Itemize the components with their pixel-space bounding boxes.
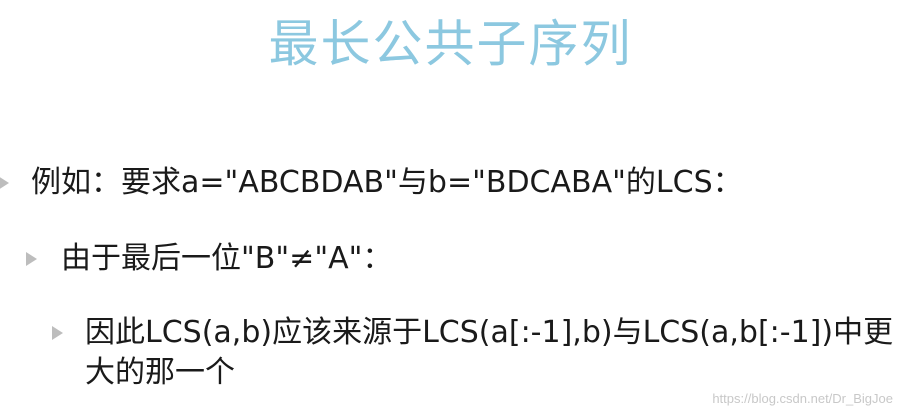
watermark: https://blog.csdn.net/Dr_BigJoe	[712, 391, 893, 406]
slide-title: 最长公共子序列	[268, 15, 633, 73]
triangle-bullet-icon	[26, 252, 37, 266]
bullet-level-3: 因此LCS(a,b)应该来源于LCS(a[:-1],b)与LCS(a,b[:-1…	[52, 313, 897, 393]
slide: 最长公共子序列 例如：要求a="ABCBDAB"与b="BDCABA"的LCS：…	[0, 0, 901, 412]
bullet-text: 因此LCS(a,b)应该来源于LCS(a[:-1],b)与LCS(a,b[:-1…	[85, 315, 894, 390]
bullet-level-2: 由于最后一位"B"≠"A"：	[26, 239, 392, 279]
bullet-text: 例如：要求a="ABCBDAB"与b="BDCABA"的LCS：	[31, 165, 743, 200]
triangle-bullet-icon	[0, 176, 9, 190]
bullet-level-1: 例如：要求a="ABCBDAB"与b="BDCABA"的LCS：	[0, 163, 743, 203]
bullet-text: 由于最后一位"B"≠"A"：	[61, 241, 393, 276]
triangle-bullet-icon	[52, 326, 63, 340]
